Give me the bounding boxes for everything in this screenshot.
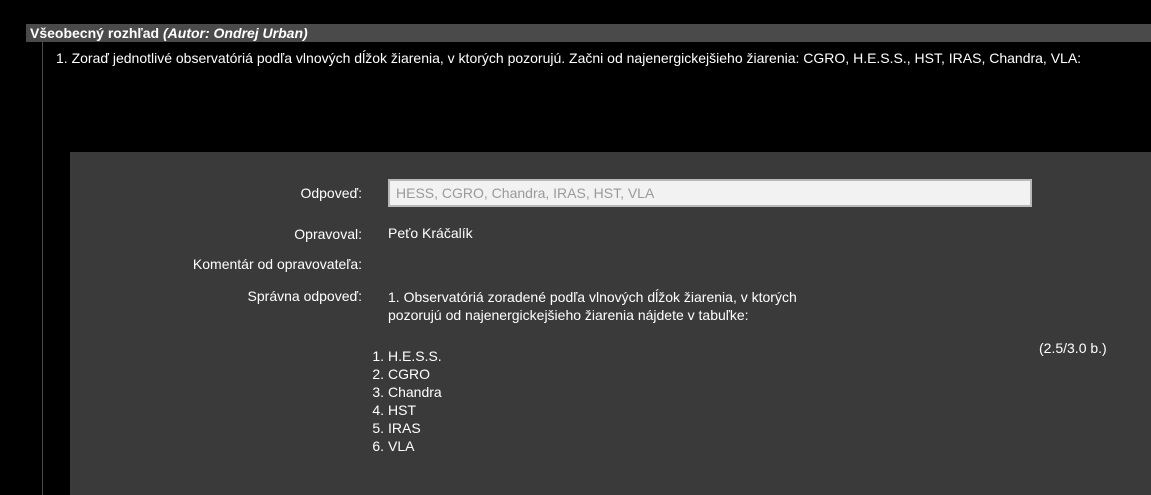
answer-label: Odpoveď: [300,185,362,201]
list-item: 1. H.E.S.S. [372,348,442,364]
answer-field[interactable]: HESS, CGRO, Chandra, IRAS, HST, VLA [388,179,1032,207]
question-text: 1. Zoraď jednotlivé observatóriá podľa v… [56,50,1082,66]
section-header: Všeobecný rozhľad (Autor: Ondrej Urban) [26,24,1151,42]
comment-label: Komentár od opravovateľa: [192,256,362,272]
score-value: (2.5/3.0 b.) [1039,340,1107,356]
answer-panel: Odpoveď: HESS, CGRO, Chandra, IRAS, HST,… [70,152,1151,495]
list-item: 6. VLA [372,438,415,454]
list-item: 2. CGRO [372,366,430,382]
section-author: (Autor: Ondrej Urban) [163,25,308,41]
correct-answer-intro: 1. Observatóriá zoradené podľa vlnových … [388,289,797,323]
left-divider [42,42,43,495]
list-item: 5. IRAS [372,420,421,436]
grader-label: Opravoval: [294,226,362,242]
list-item: 3. Chandra [372,384,442,400]
correct-answer-label: Správna odpoveď: [247,288,362,304]
section-title: Všeobecný rozhľad [30,25,160,41]
correct-answer-list: 1. H.E.S.S. 2. CGRO 3. Chandra 4. HST 5. IRAS… [318,347,442,455]
grader-name: Peťo Kráčalík [388,225,473,241]
list-item: 4. HST [372,402,416,418]
page: Všeobecný rozhľad (Autor: Ondrej Urban) … [0,0,1151,495]
